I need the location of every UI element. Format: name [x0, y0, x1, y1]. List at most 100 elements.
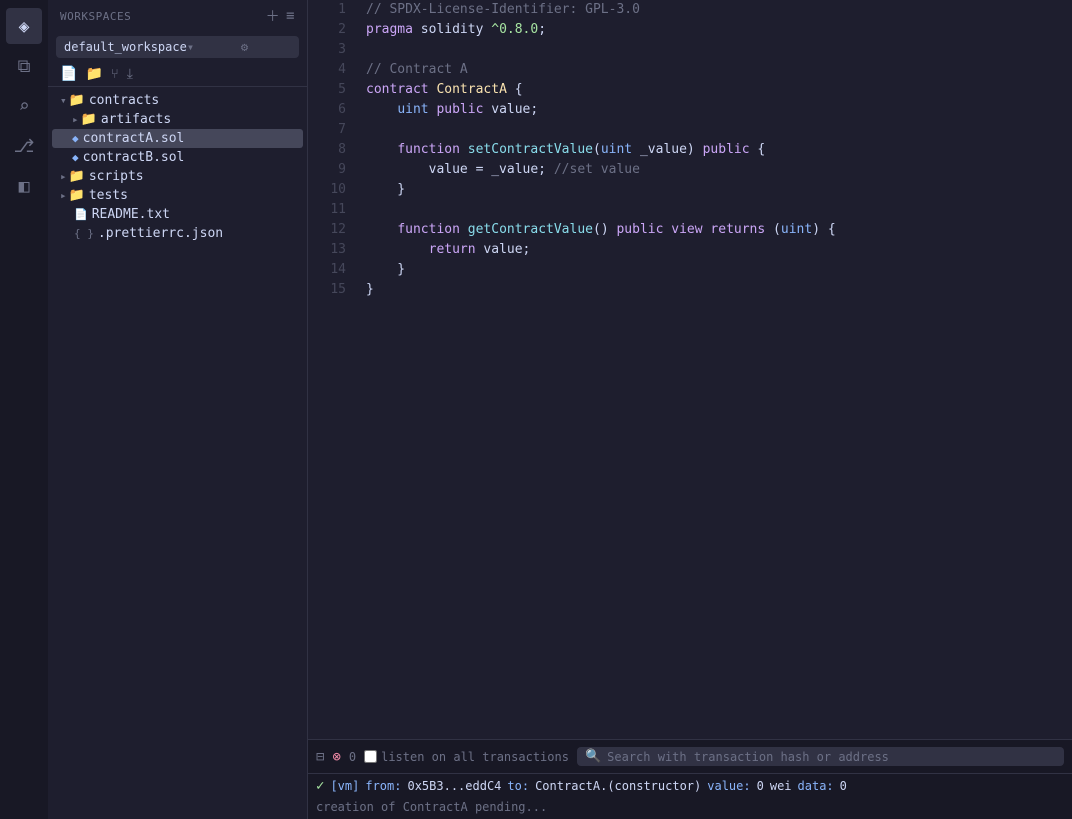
- tree-item-label: contractB.sol: [83, 150, 185, 165]
- file-tree-toolbar: 📄 📁 ⑂ ⤓: [48, 62, 307, 87]
- files-icon[interactable]: ⧉: [6, 48, 42, 84]
- code-line-8: function setContractValue(uint _value) p…: [366, 140, 1072, 160]
- chevron-right-icon: ▸: [72, 113, 79, 126]
- to-value: ContractA.(constructor): [535, 779, 701, 793]
- code-line-6: uint public value;: [366, 100, 1072, 120]
- creation-text: creation of ContractA pending...: [316, 800, 547, 814]
- vm-tag: [vm]: [330, 779, 359, 793]
- tree-item-label: scripts: [89, 169, 144, 184]
- code-line-1: // SPDX-License-Identifier: GPL-3.0: [366, 0, 1072, 20]
- line-10: 10: [308, 180, 350, 200]
- folder-icon: 📁: [81, 112, 97, 127]
- sol-file-icon: ◆: [72, 151, 79, 164]
- tree-item-prettierrc[interactable]: { } .prettierrc.json: [52, 224, 303, 243]
- folder-icon: 📁: [69, 169, 85, 184]
- file-tree: ▾ 📁 contracts ▸ 📁 artifacts ◆ contractA.…: [48, 91, 307, 819]
- line-8: 8: [308, 140, 350, 160]
- code-content[interactable]: // SPDX-License-Identifier: GPL-3.0 prag…: [358, 0, 1072, 739]
- tree-item-contracts[interactable]: ▾ 📁 contracts: [52, 91, 303, 110]
- from-label: from:: [365, 779, 401, 793]
- chevron-down-icon: ▾: [60, 94, 67, 107]
- line-12: 12: [308, 220, 350, 240]
- line-6: 6: [308, 100, 350, 120]
- add-workspace-icon[interactable]: ＋: [266, 6, 281, 26]
- listen-checkbox-container: listen on all transactions: [364, 750, 569, 764]
- workspace-selector[interactable]: default_workspace ▾ ⚙: [56, 36, 299, 58]
- tree-item-readme[interactable]: 📄 README.txt: [52, 205, 303, 224]
- workspace-settings-icon[interactable]: ⚙: [241, 40, 291, 54]
- code-line-5: contract ContractA {: [366, 80, 1072, 100]
- workspace-arrow-icon: ▾: [187, 40, 237, 54]
- tree-item-label: contractA.sol: [83, 131, 185, 146]
- code-line-3: [366, 40, 1072, 60]
- line-9: 9: [308, 160, 350, 180]
- tree-item-scripts[interactable]: ▸ 📁 scripts: [52, 167, 303, 186]
- transaction-count: 0: [349, 750, 356, 764]
- tree-item-contractB[interactable]: ◆ contractB.sol: [52, 148, 303, 167]
- tree-item-contractA[interactable]: ◆ contractA.sol: [52, 129, 303, 148]
- search-input-container: 🔍: [577, 747, 1064, 766]
- file-icon: 📄: [74, 208, 88, 221]
- line-2: 2: [308, 20, 350, 40]
- sol-file-icon: ◆: [72, 132, 79, 145]
- line-3: 3: [308, 40, 350, 60]
- json-file-icon: { }: [74, 227, 94, 240]
- code-line-4: // Contract A: [366, 60, 1072, 80]
- clear-icon[interactable]: ⊗: [332, 749, 340, 765]
- value-unit: wei: [770, 779, 792, 793]
- code-line-13: return value;: [366, 240, 1072, 260]
- workspace-name: default_workspace: [64, 40, 187, 54]
- new-file-icon[interactable]: 📄: [60, 66, 77, 82]
- tree-item-tests[interactable]: ▸ 📁 tests: [52, 186, 303, 205]
- search-icon: 🔍: [585, 749, 601, 764]
- git-nav-icon[interactable]: ⎇: [6, 128, 42, 164]
- data-label: data:: [798, 779, 834, 793]
- folder-icon: 📁: [69, 188, 85, 203]
- bottom-panel: ⊟ ⊗ 0 listen on all transactions 🔍 ✓ [vm…: [308, 739, 1072, 819]
- folder-icon: 📁: [69, 93, 85, 108]
- tree-item-label: artifacts: [101, 112, 171, 127]
- new-folder-icon[interactable]: 📁: [85, 66, 102, 82]
- line-13: 13: [308, 240, 350, 260]
- code-line-11: [366, 200, 1072, 220]
- line-5: 5: [308, 80, 350, 100]
- line-14: 14: [308, 260, 350, 280]
- chevron-right-icon: ▸: [60, 189, 67, 202]
- plugin-nav-icon[interactable]: ◧: [6, 168, 42, 204]
- creation-log: creation of ContractA pending...: [308, 798, 1072, 816]
- load-icon[interactable]: ⤓: [127, 66, 133, 82]
- tree-item-artifacts[interactable]: ▸ 📁 artifacts: [52, 110, 303, 129]
- line-4: 4: [308, 60, 350, 80]
- line-11: 11: [308, 200, 350, 220]
- code-line-12: function getContractValue() public view …: [366, 220, 1072, 240]
- code-line-9: value = _value; //set value: [366, 160, 1072, 180]
- search-nav-icon[interactable]: ⌕: [6, 88, 42, 124]
- editor-area: 1 2 3 4 5 6 7 8 9 10 11 12 13 14 15 // S…: [308, 0, 1072, 819]
- value-num: 0: [757, 779, 764, 793]
- tree-item-label: .prettierrc.json: [98, 226, 223, 241]
- bottom-log: ✓ [vm] from: 0x5B3...eddC4 to: ContractA…: [308, 774, 1072, 798]
- to-label: to:: [507, 779, 529, 793]
- activity-bar: ◈ ⧉ ⌕ ⎇ ◧: [0, 0, 48, 819]
- search-input[interactable]: [607, 750, 1056, 764]
- collapse-icon[interactable]: ⊟: [316, 749, 324, 765]
- sidebar: WORKSPACES ＋ ≡ default_workspace ▾ ⚙ 📄 📁…: [48, 0, 308, 819]
- code-editor[interactable]: 1 2 3 4 5 6 7 8 9 10 11 12 13 14 15 // S…: [308, 0, 1072, 739]
- listen-label: listen on all transactions: [381, 750, 569, 764]
- tree-item-label: README.txt: [92, 207, 170, 222]
- code-line-14: }: [366, 260, 1072, 280]
- remix-logo-icon[interactable]: ◈: [6, 8, 42, 44]
- line-7: 7: [308, 120, 350, 140]
- listen-checkbox[interactable]: [364, 750, 377, 763]
- line-numbers: 1 2 3 4 5 6 7 8 9 10 11 12 13 14 15: [308, 0, 358, 739]
- github-icon[interactable]: ⑂: [111, 67, 119, 82]
- code-line-2: pragma solidity ^0.8.0;: [366, 20, 1072, 40]
- success-icon: ✓: [316, 778, 324, 794]
- sidebar-header-actions: ＋ ≡: [266, 6, 295, 26]
- value-label: value:: [707, 779, 750, 793]
- data-value: 0: [840, 779, 847, 793]
- sidebar-menu-icon[interactable]: ≡: [286, 8, 295, 24]
- code-line-10: }: [366, 180, 1072, 200]
- code-line-7: [366, 120, 1072, 140]
- from-value: 0x5B3...eddC4: [407, 779, 501, 793]
